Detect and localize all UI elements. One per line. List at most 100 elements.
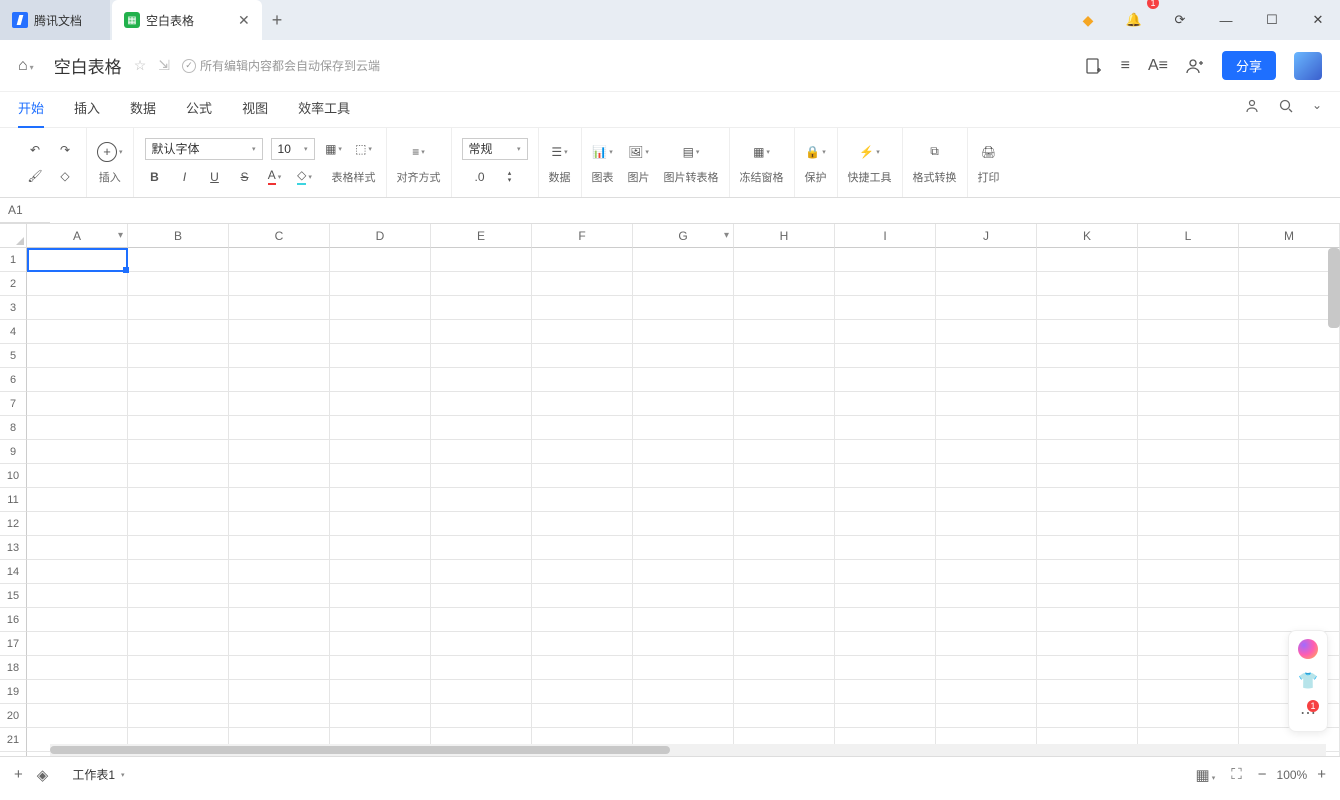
cell[interactable]	[936, 440, 1037, 464]
cell[interactable]	[1138, 560, 1239, 584]
cell[interactable]	[229, 536, 330, 560]
cell[interactable]	[734, 680, 835, 704]
col-header-I[interactable]: I	[835, 224, 936, 248]
cell[interactable]	[1239, 416, 1340, 440]
horizontal-scrollbar[interactable]	[50, 744, 1326, 756]
cell[interactable]	[431, 368, 532, 392]
cell[interactable]	[27, 464, 128, 488]
cell[interactable]	[1037, 704, 1138, 728]
cell[interactable]	[229, 248, 330, 272]
cell[interactable]	[431, 392, 532, 416]
cell[interactable]	[633, 584, 734, 608]
cell[interactable]	[330, 680, 431, 704]
cell[interactable]	[835, 320, 936, 344]
row-header[interactable]: 21	[0, 728, 27, 752]
row-header[interactable]: 9	[0, 440, 27, 464]
strike-button[interactable]: S	[234, 166, 256, 188]
cell[interactable]	[330, 608, 431, 632]
menu-公式[interactable]: 公式	[186, 92, 212, 128]
row-header[interactable]: 2	[0, 272, 27, 296]
cell[interactable]	[633, 296, 734, 320]
cell[interactable]	[734, 296, 835, 320]
cell[interactable]	[229, 632, 330, 656]
filter-icon[interactable]: ▾	[724, 230, 729, 241]
data-tools-button[interactable]: ☰▾	[549, 141, 571, 163]
underline-button[interactable]: U	[204, 166, 226, 188]
cell[interactable]	[835, 344, 936, 368]
cell[interactable]	[1239, 584, 1340, 608]
zoom-in-button[interactable]: +	[1317, 766, 1326, 783]
row-header[interactable]: 11	[0, 488, 27, 512]
cell[interactable]	[1037, 680, 1138, 704]
cell[interactable]	[229, 584, 330, 608]
ai-assistant-icon[interactable]	[1298, 639, 1318, 659]
col-header-J[interactable]: J	[936, 224, 1037, 248]
font-color-button[interactable]: A▾	[264, 166, 286, 188]
cell[interactable]	[27, 416, 128, 440]
cell[interactable]	[532, 464, 633, 488]
cell[interactable]	[734, 440, 835, 464]
cell[interactable]	[1138, 392, 1239, 416]
cell[interactable]	[633, 512, 734, 536]
cell[interactable]	[936, 248, 1037, 272]
close-tab-icon[interactable]: ✕	[238, 14, 250, 26]
new-tab-button[interactable]: +	[262, 10, 292, 31]
cell[interactable]	[431, 632, 532, 656]
image-button[interactable]: 🖼▾	[628, 141, 650, 163]
cell[interactable]	[1037, 632, 1138, 656]
cell[interactable]	[1239, 272, 1340, 296]
row-header[interactable]: 6	[0, 368, 27, 392]
cell[interactable]	[532, 704, 633, 728]
row-header[interactable]: 19	[0, 680, 27, 704]
cell[interactable]	[835, 704, 936, 728]
cell[interactable]	[330, 296, 431, 320]
clear-format-button[interactable]: ◇	[54, 165, 76, 187]
col-header-B[interactable]: B	[128, 224, 229, 248]
cell[interactable]	[936, 584, 1037, 608]
cell[interactable]	[1037, 440, 1138, 464]
cell[interactable]	[936, 512, 1037, 536]
cell[interactable]	[633, 368, 734, 392]
cell[interactable]	[330, 344, 431, 368]
cell[interactable]	[936, 608, 1037, 632]
notifications-button[interactable]: 🔔 1	[1112, 0, 1156, 40]
cell[interactable]	[835, 536, 936, 560]
cell[interactable]	[532, 272, 633, 296]
print-button[interactable]: 🖨	[978, 141, 1000, 163]
cell[interactable]	[431, 272, 532, 296]
export-icon[interactable]: ⇲	[158, 57, 170, 74]
borders-button[interactable]: ▦▾	[323, 138, 345, 160]
cell[interactable]	[1037, 416, 1138, 440]
document-title[interactable]: 空白表格	[54, 53, 122, 78]
row-header[interactable]: 8	[0, 416, 27, 440]
cell[interactable]	[734, 392, 835, 416]
cell[interactable]	[128, 296, 229, 320]
premium-icon[interactable]: ◆	[1066, 0, 1110, 40]
menu-开始[interactable]: 开始	[18, 92, 44, 128]
cell[interactable]	[431, 248, 532, 272]
cell[interactable]	[27, 368, 128, 392]
cell[interactable]	[431, 584, 532, 608]
cell[interactable]	[431, 440, 532, 464]
cell[interactable]	[330, 368, 431, 392]
cell[interactable]	[1138, 416, 1239, 440]
cell[interactable]	[532, 656, 633, 680]
cell[interactable]	[27, 344, 128, 368]
cell[interactable]	[27, 392, 128, 416]
cell[interactable]	[532, 440, 633, 464]
cell[interactable]	[128, 392, 229, 416]
cell[interactable]	[936, 416, 1037, 440]
cell[interactable]	[734, 272, 835, 296]
cell[interactable]	[936, 560, 1037, 584]
italic-button[interactable]: I	[174, 166, 196, 188]
cell[interactable]	[532, 416, 633, 440]
cell[interactable]	[1138, 608, 1239, 632]
col-header-G[interactable]: G▾	[633, 224, 734, 248]
row-header[interactable]: 16	[0, 608, 27, 632]
share-button[interactable]: 分享	[1222, 51, 1276, 80]
undo-button[interactable]: ↶	[24, 139, 46, 161]
merge-button[interactable]: ⬚▾	[353, 138, 375, 160]
cell[interactable]	[330, 560, 431, 584]
cell[interactable]	[633, 392, 734, 416]
cell[interactable]	[532, 584, 633, 608]
